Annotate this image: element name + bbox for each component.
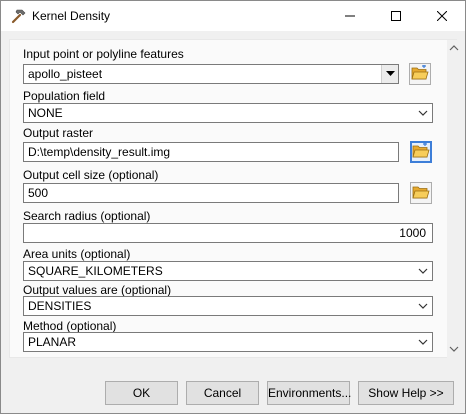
area-units-value: SQUARE_KILOMETERS: [28, 264, 163, 278]
search-radius-input[interactable]: 1000: [23, 223, 433, 243]
minimize-icon: [345, 11, 355, 21]
input-features-value: apollo_pisteet: [28, 67, 103, 81]
window-title: Kernel Density: [32, 9, 111, 23]
output-values-label: Output values are (optional): [23, 283, 172, 297]
browse-cell-size-button[interactable]: [410, 182, 432, 204]
maximize-button[interactable]: [373, 1, 419, 31]
show-help-button[interactable]: Show Help >>: [358, 381, 454, 405]
chevron-down-icon: [418, 339, 428, 345]
dialog-footer: OK Cancel Environments... Show Help >>: [1, 367, 465, 413]
browse-input-button[interactable]: [409, 63, 431, 85]
folder-icon: [412, 141, 430, 162]
chevron-down-icon: [418, 110, 428, 116]
area-units-combo[interactable]: SQUARE_KILOMETERS: [23, 261, 433, 281]
output-cell-size-input[interactable]: 500: [23, 183, 399, 203]
input-features-dropdown-button[interactable]: [381, 65, 398, 83]
chevron-down-icon: [418, 268, 428, 274]
population-field-combo[interactable]: NONE: [23, 103, 433, 123]
kernel-density-dialog: Kernel Density Input point or polyline f…: [0, 0, 466, 414]
input-features-combo[interactable]: apollo_pisteet: [23, 64, 399, 84]
title-bar[interactable]: Kernel Density: [1, 1, 465, 31]
output-values-value: DENSITIES: [28, 299, 92, 313]
output-values-combo[interactable]: DENSITIES: [23, 296, 433, 316]
output-cell-size-label: Output cell size (optional): [23, 168, 159, 182]
ok-button[interactable]: OK: [105, 381, 178, 405]
population-field-label: Population field: [23, 89, 106, 103]
scroll-up-icon[interactable]: [449, 44, 459, 52]
input-features-label: Input point or polyline features: [23, 47, 184, 61]
vertical-scrollbar[interactable]: [447, 40, 461, 358]
method-combo[interactable]: PLANAR: [23, 332, 433, 352]
chevron-down-icon: [418, 303, 428, 309]
dropdown-arrow-icon: [385, 71, 395, 76]
scroll-thumb[interactable]: [449, 58, 459, 340]
parameters-panel: Input point or polyline features apollo_…: [9, 39, 457, 358]
maximize-icon: [391, 11, 401, 21]
folder-icon: [412, 184, 430, 203]
close-button[interactable]: [419, 1, 465, 31]
folder-icon: [411, 63, 429, 84]
search-radius-label: Search radius (optional): [23, 209, 151, 223]
environments-button[interactable]: Environments...: [267, 381, 351, 405]
minimize-button[interactable]: [327, 1, 373, 31]
close-icon: [437, 11, 447, 21]
browse-output-button[interactable]: [410, 141, 432, 163]
method-label: Method (optional): [23, 319, 117, 333]
output-raster-input[interactable]: D:\temp\density_result.img: [23, 142, 399, 162]
area-units-label: Area units (optional): [23, 247, 131, 261]
cancel-button[interactable]: Cancel: [186, 381, 259, 405]
scroll-down-icon[interactable]: [449, 345, 459, 353]
method-value: PLANAR: [28, 335, 77, 349]
hammer-icon: [9, 7, 27, 25]
output-raster-label: Output raster: [23, 126, 94, 140]
population-field-value: NONE: [28, 106, 63, 120]
